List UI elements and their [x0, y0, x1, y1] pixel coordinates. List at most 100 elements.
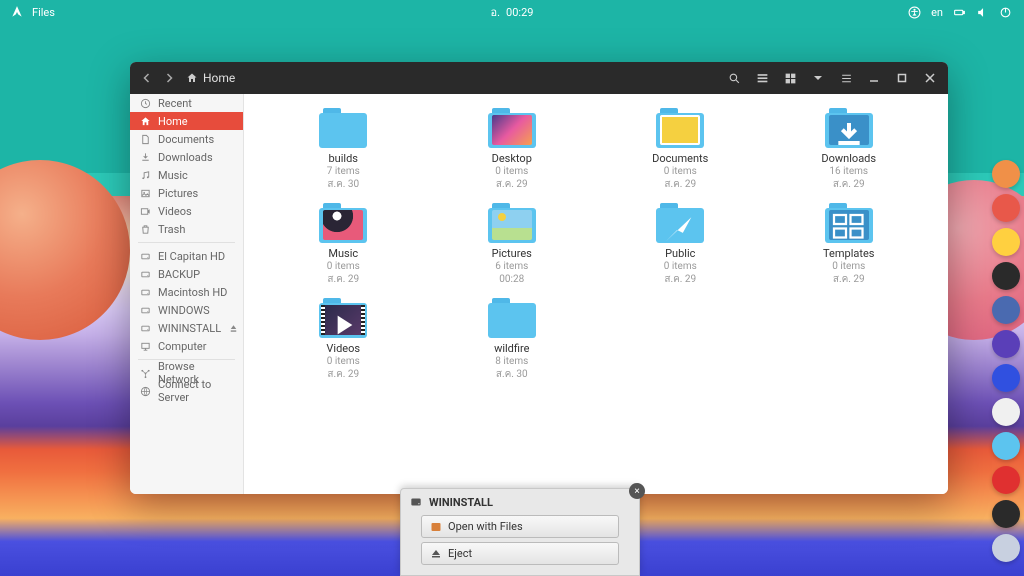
close-button[interactable]: [918, 66, 942, 90]
sidebar-item-trash[interactable]: Trash: [130, 220, 243, 238]
view-dropdown-button[interactable]: [806, 66, 830, 90]
dock: [990, 160, 1022, 562]
clock-time[interactable]: 00:29: [506, 6, 533, 19]
sidebar-item-music[interactable]: Music: [130, 166, 243, 184]
folder-downloads[interactable]: Downloads16 itemsส.ค. 29: [770, 108, 929, 191]
eject-label: Eject: [448, 547, 472, 560]
back-button[interactable]: [136, 67, 158, 89]
home-icon: [186, 72, 198, 84]
folder-item-count: 0 items: [327, 260, 360, 273]
sidebar: RecentHome Documents DownloadsMusic Picture…: [130, 94, 244, 494]
search-button[interactable]: [722, 66, 746, 90]
notification-title: WININSTALL: [429, 496, 493, 509]
folder-desktop[interactable]: Desktop0 itemsส.ค. 29: [433, 108, 592, 191]
sidebar-item-windows[interactable]: WINDOWS: [130, 301, 243, 319]
sidebar-item-pictures[interactable]: Pictures: [130, 184, 243, 202]
keyboard-layout[interactable]: en: [931, 6, 943, 19]
folder-date: ส.ค. 29: [833, 178, 865, 191]
breadcrumb[interactable]: Home: [186, 71, 235, 85]
folder-date: ส.ค. 29: [664, 273, 696, 286]
forward-button[interactable]: [158, 67, 180, 89]
sidebar-item-el-capitan-hd[interactable]: El Capitan HD: [130, 247, 243, 265]
folder-date: ส.ค. 29: [327, 368, 359, 381]
sidebar-item-documents[interactable]: Documents: [130, 130, 243, 148]
folder-label: wildfire: [494, 342, 529, 355]
folder-music[interactable]: Music0 itemsส.ค. 29: [264, 203, 423, 286]
sidebar-item-backup[interactable]: BACKUP: [130, 265, 243, 283]
dock-app-7[interactable]: [992, 398, 1020, 426]
dock-app-6[interactable]: [992, 364, 1020, 392]
sidebar-item-recent[interactable]: Recent: [130, 94, 243, 112]
folder-documents[interactable]: Documents0 itemsส.ค. 29: [601, 108, 760, 191]
sidebar-item-label: Trash: [158, 223, 185, 236]
eject-icon[interactable]: [228, 323, 239, 334]
folder-icon: [488, 203, 536, 243]
sidebar-item-label: WININSTALL: [158, 322, 221, 335]
sidebar-item-macintosh-hd[interactable]: Macintosh HD: [130, 283, 243, 301]
dock-app-1[interactable]: [992, 194, 1020, 222]
sidebar-item-wininstall[interactable]: WININSTALL: [130, 319, 243, 337]
folder-videos[interactable]: Videos0 itemsส.ค. 29: [264, 298, 423, 381]
sidebar-item-label: Pictures: [158, 187, 198, 200]
dock-app-0[interactable]: [992, 160, 1020, 188]
folder-icon: [825, 108, 873, 148]
hdd-icon: [140, 287, 151, 298]
view-list-button[interactable]: [750, 66, 774, 90]
trash-icon: [140, 224, 151, 235]
dock-app-2[interactable]: [992, 228, 1020, 256]
eject-button[interactable]: Eject: [421, 542, 619, 565]
battery-icon[interactable]: [953, 6, 966, 19]
view-grid-button[interactable]: [778, 66, 802, 90]
dock-app-8[interactable]: [992, 432, 1020, 460]
eject-icon: [430, 548, 442, 560]
arch-logo-icon[interactable]: [10, 5, 24, 19]
dock-app-4[interactable]: [992, 296, 1020, 324]
home-icon: [140, 116, 151, 127]
sidebar-item-label: Documents: [158, 133, 214, 146]
dock-app-10[interactable]: [992, 500, 1020, 528]
sidebar-item-label: BACKUP: [158, 268, 200, 281]
open-with-files-button[interactable]: Open with Files: [421, 515, 619, 538]
dock-app-3[interactable]: [992, 262, 1020, 290]
sidebar-item-home[interactable]: Home: [130, 112, 243, 130]
folder-pictures[interactable]: Pictures6 items00:28: [433, 203, 592, 286]
power-icon[interactable]: [999, 6, 1012, 19]
music-icon: [140, 170, 151, 181]
folder-icon: [656, 108, 704, 148]
accessibility-icon[interactable]: [908, 6, 921, 19]
maximize-button[interactable]: [890, 66, 914, 90]
computer-icon: [140, 341, 151, 352]
sidebar-item-label: Macintosh HD: [158, 286, 227, 299]
sidebar-item-label: WINDOWS: [158, 304, 210, 317]
dock-app-5[interactable]: [992, 330, 1020, 358]
clock-prefix[interactable]: อ.: [491, 3, 501, 21]
minimize-button[interactable]: [862, 66, 886, 90]
sidebar-item-downloads[interactable]: Downloads: [130, 148, 243, 166]
hdd-icon: [140, 305, 151, 316]
folder-wildfire[interactable]: wildfire8 itemsส.ค. 30: [433, 298, 592, 381]
hamburger-menu-button[interactable]: [834, 66, 858, 90]
doc-icon: [140, 134, 151, 145]
dock-app-9[interactable]: [992, 466, 1020, 494]
sidebar-item-videos[interactable]: Videos: [130, 202, 243, 220]
open-with-files-label: Open with Files: [448, 520, 523, 533]
sidebar-item-computer[interactable]: Computer: [130, 337, 243, 355]
folder-item-count: 0 items: [664, 165, 697, 178]
folder-label: Downloads: [821, 152, 876, 165]
sidebar-divider: [138, 242, 235, 243]
top-panel: Files อ. 00:29 en: [0, 0, 1024, 24]
folder-icon: [656, 203, 704, 243]
removable-media-notification: × WININSTALL Open with Files Eject: [400, 488, 640, 576]
folder-templates[interactable]: Templates0 itemsส.ค. 29: [770, 203, 929, 286]
folder-builds[interactable]: builds7 itemsส.ค. 30: [264, 108, 423, 191]
volume-icon[interactable]: [976, 6, 989, 19]
active-app-name[interactable]: Files: [32, 6, 55, 19]
dock-app-11[interactable]: [992, 534, 1020, 562]
folder-public[interactable]: Public0 itemsส.ค. 29: [601, 203, 760, 286]
window-titlebar[interactable]: Home: [130, 62, 948, 94]
folder-item-count: 8 items: [495, 355, 528, 368]
folder-label: Pictures: [492, 247, 532, 260]
picture-icon: [140, 188, 151, 199]
folder-label: Videos: [326, 342, 360, 355]
sidebar-item-connect-to-server[interactable]: Connect to Server: [130, 382, 243, 400]
